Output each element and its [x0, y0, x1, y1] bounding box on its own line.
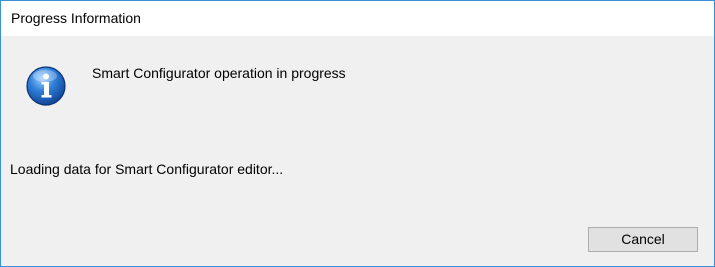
progress-message: Smart Configurator operation in progress [92, 65, 346, 81]
cancel-button[interactable]: Cancel [588, 227, 698, 252]
window-title: Progress Information [11, 10, 141, 26]
progress-detail: Loading data for Smart Configurator edit… [10, 161, 284, 177]
info-icon [25, 65, 67, 107]
progress-dialog: Progress Information Smart Configurator … [0, 0, 715, 267]
title-bar[interactable]: Progress Information [1, 1, 714, 36]
